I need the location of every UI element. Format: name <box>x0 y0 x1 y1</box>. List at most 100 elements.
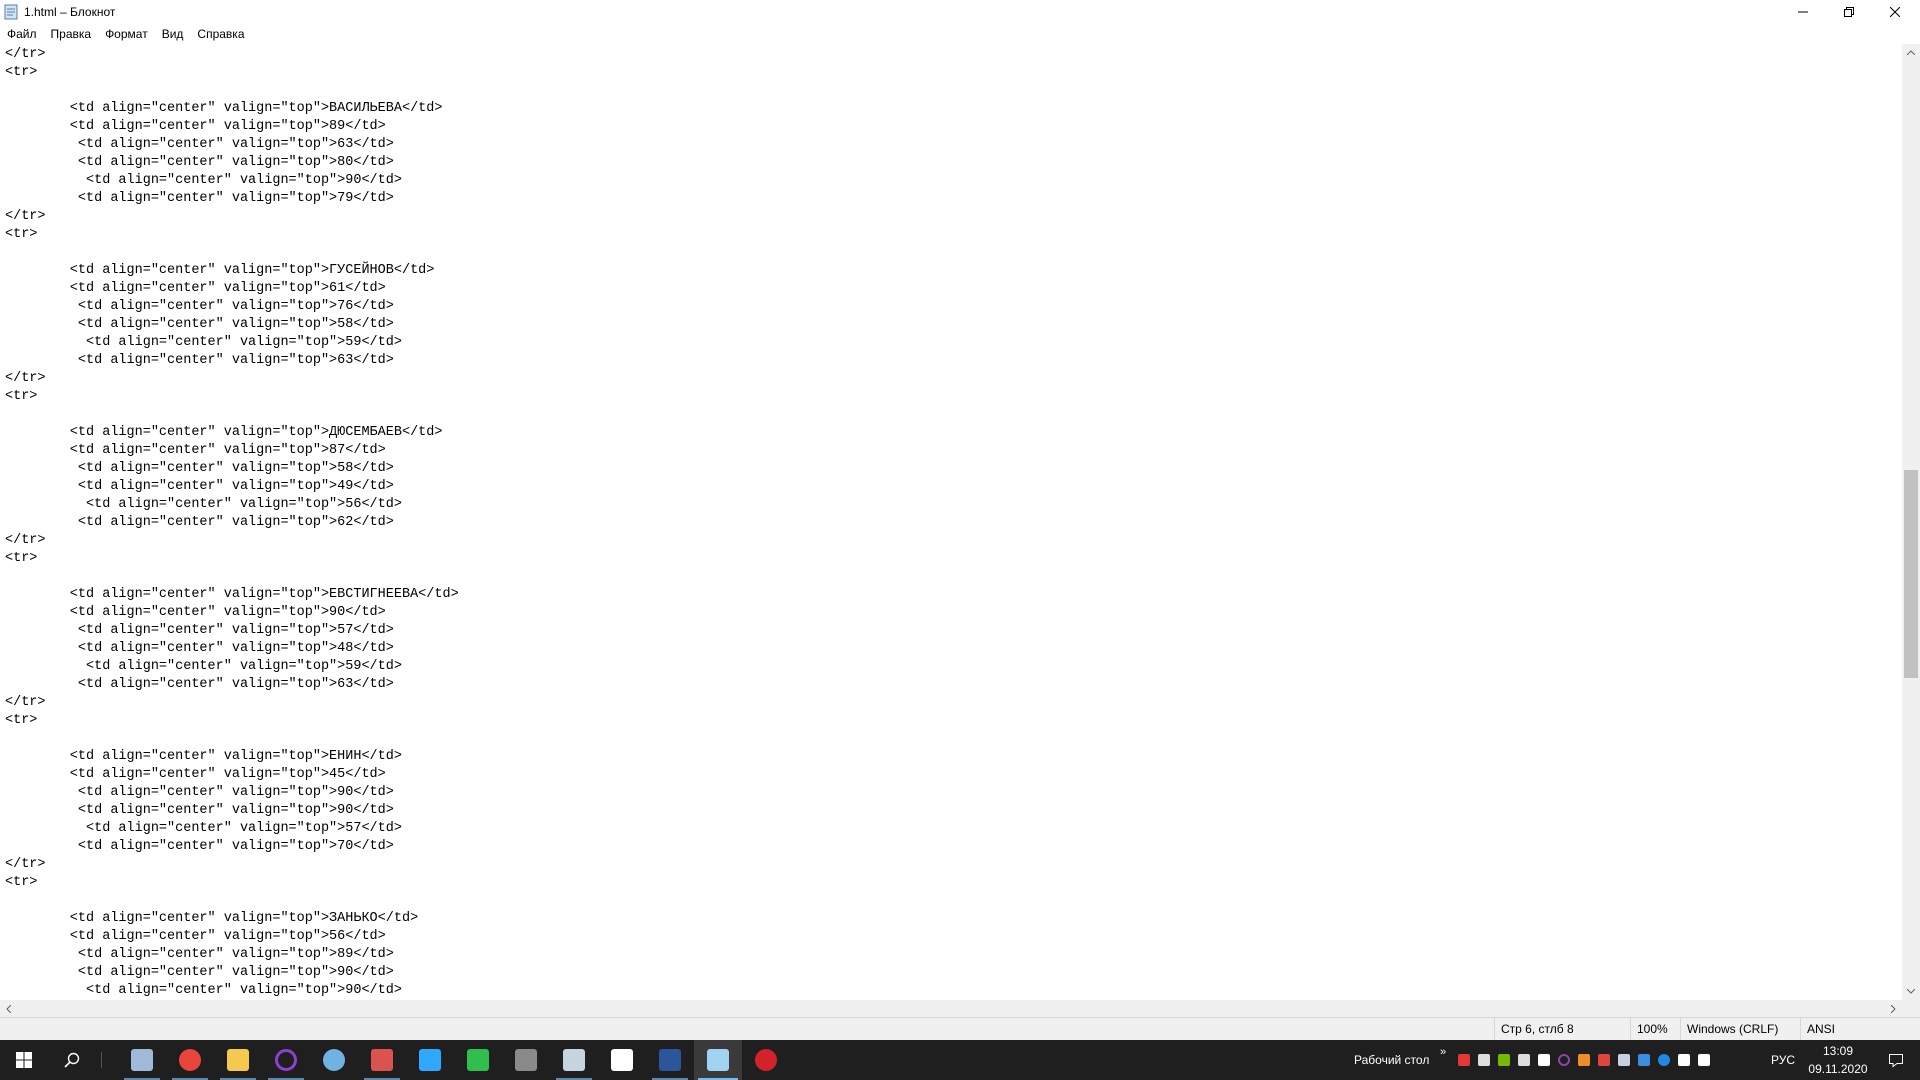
steam-tray-icon <box>1618 1054 1630 1066</box>
status-bar: Стр 6, стлб 8 100% Windows (CRLF) ANSI <box>0 1017 1920 1040</box>
taskbar-app-settings[interactable] <box>598 1040 646 1080</box>
restore-icon <box>1844 7 1854 17</box>
tray-volume-icon[interactable] <box>1696 1052 1712 1068</box>
tray-microphone-icon[interactable] <box>1516 1052 1532 1068</box>
menu-edit[interactable]: Правка <box>44 24 99 44</box>
tray-network-icon[interactable] <box>1676 1052 1692 1068</box>
taskbar: Рабочий стол » РУС 13:09 09.11.2020 <box>0 1040 1920 1080</box>
vertical-scroll-thumb[interactable] <box>1904 470 1918 678</box>
search-icon <box>64 1052 80 1068</box>
microphone-icon <box>1518 1054 1530 1066</box>
taskbar-app-control-panel[interactable] <box>118 1040 166 1080</box>
tray-purple-ring-icon[interactable] <box>1556 1052 1572 1068</box>
shield-red-icon <box>1598 1054 1610 1066</box>
tray-nvidia-icon[interactable] <box>1496 1052 1512 1068</box>
notification-icon <box>1889 1054 1903 1068</box>
m-app-icon <box>515 1049 537 1071</box>
clock-date[interactable]: 09.11.2020 <box>1804 1061 1872 1077</box>
tray-shield-red-icon[interactable] <box>1596 1052 1612 1068</box>
tray-round-blue-icon[interactable] <box>1656 1052 1672 1068</box>
status-cursor-position: Стр 6, стлб 8 <box>1494 1018 1630 1040</box>
volume-icon <box>1698 1054 1710 1066</box>
clock-time[interactable]: 13:09 <box>1804 1043 1872 1059</box>
red-app-icon <box>755 1049 777 1071</box>
photoshop-icon <box>419 1049 441 1071</box>
restore-button[interactable] <box>1826 0 1872 24</box>
nvidia-icon <box>1498 1054 1510 1066</box>
green-app-icon <box>467 1049 489 1071</box>
red-square-icon <box>1458 1054 1470 1066</box>
scroll-right-button[interactable] <box>1885 1000 1902 1017</box>
taskbar-app-m-app[interactable] <box>502 1040 550 1080</box>
window-title: 1.html – Блокнот <box>24 5 116 19</box>
chevron-right-icon <box>1891 1004 1896 1013</box>
network-icon <box>1678 1054 1690 1066</box>
status-line-endings: Windows (CRLF) <box>1680 1018 1800 1040</box>
language-indicator[interactable]: РУС <box>1771 1040 1795 1080</box>
taskbar-app-file-explorer[interactable] <box>214 1040 262 1080</box>
tray-blue-app-icon[interactable] <box>1636 1052 1652 1068</box>
taskbar-app-game-app[interactable] <box>358 1040 406 1080</box>
minimize-icon <box>1798 11 1808 13</box>
title-bar: 1.html – Блокнот <box>0 0 1920 24</box>
tray-ai-letter-icon[interactable] <box>1536 1052 1552 1068</box>
menu-file[interactable]: Файл <box>0 24 44 44</box>
text-editor[interactable]: </tr> <tr> <td align="center" valign="to… <box>0 44 1902 1000</box>
taskbar-app-notepad[interactable] <box>694 1040 742 1080</box>
chevron-up-icon <box>1907 50 1915 55</box>
taskbar-app-chrome[interactable] <box>166 1040 214 1080</box>
cortana-circle-icon <box>275 1049 297 1071</box>
start-button[interactable] <box>0 1040 48 1080</box>
steam-icon <box>563 1049 585 1071</box>
tray-hand-app-icon[interactable] <box>1476 1052 1492 1068</box>
close-button[interactable] <box>1872 0 1918 24</box>
menu-help[interactable]: Справка <box>190 24 251 44</box>
vertical-scrollbar[interactable] <box>1902 44 1920 1000</box>
windows-logo-icon <box>16 1052 32 1068</box>
game-app-icon <box>371 1049 393 1071</box>
scrollbar-corner <box>1902 1000 1920 1017</box>
ai-letter-icon <box>1538 1054 1550 1066</box>
orange-app-icon <box>1578 1054 1590 1066</box>
editor-text[interactable]: </tr> <tr> <td align="center" valign="to… <box>0 44 1902 1000</box>
control-panel-icon <box>131 1049 153 1071</box>
blue-app-icon <box>1638 1054 1650 1066</box>
scroll-up-button[interactable] <box>1902 44 1920 61</box>
taskbar-app-red-app[interactable] <box>742 1040 790 1080</box>
taskbar-app-steam[interactable] <box>550 1040 598 1080</box>
notepad-icon <box>707 1049 729 1071</box>
scroll-left-button[interactable] <box>0 1000 17 1017</box>
settings-icon <box>611 1049 633 1071</box>
menu-format[interactable]: Формат <box>98 24 155 44</box>
taskbar-separator <box>101 1052 102 1068</box>
taskbar-app-sync-app[interactable] <box>310 1040 358 1080</box>
status-encoding: ANSI <box>1800 1018 1920 1040</box>
chrome-icon <box>179 1049 201 1071</box>
purple-ring-icon <box>1558 1054 1570 1066</box>
minimize-button[interactable] <box>1780 0 1826 24</box>
round-blue-icon <box>1658 1054 1670 1066</box>
tray-steam-tray-icon[interactable] <box>1616 1052 1632 1068</box>
desktop-toolbar-chevron[interactable]: » <box>1440 1046 1446 1058</box>
taskbar-app-word[interactable] <box>646 1040 694 1080</box>
close-icon <box>1890 7 1900 17</box>
taskbar-app-green-app[interactable] <box>454 1040 502 1080</box>
desktop-toolbar-label[interactable]: Рабочий стол <box>1354 1040 1429 1080</box>
sync-app-icon <box>323 1049 345 1071</box>
chevron-left-icon <box>6 1004 11 1013</box>
taskbar-app-photoshop[interactable] <box>406 1040 454 1080</box>
word-icon <box>659 1049 681 1071</box>
notifications-button[interactable] <box>1872 1040 1920 1080</box>
tray-red-square-icon[interactable] <box>1456 1052 1472 1068</box>
taskbar-app-cortana-circle[interactable] <box>262 1040 310 1080</box>
menu-bar: Файл Правка Формат Вид Справка <box>0 24 1920 44</box>
file-explorer-icon <box>227 1049 249 1071</box>
status-zoom: 100% <box>1630 1018 1680 1040</box>
horizontal-scrollbar[interactable] <box>0 1000 1902 1017</box>
scroll-down-button[interactable] <box>1902 983 1920 1000</box>
hand-app-icon <box>1478 1054 1490 1066</box>
menu-view[interactable]: Вид <box>155 24 191 44</box>
tray-orange-app-icon[interactable] <box>1576 1052 1592 1068</box>
search-button[interactable] <box>48 1040 96 1080</box>
chevron-down-icon <box>1907 989 1915 994</box>
